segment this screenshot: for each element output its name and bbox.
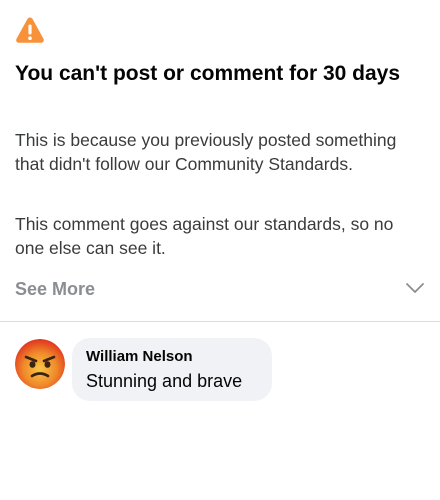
comment-bubble[interactable]: William Nelson Stunning and brave (72, 338, 272, 401)
avatar[interactable] (15, 339, 65, 389)
see-more-button[interactable]: See More (15, 279, 95, 300)
notice-reason: This is because you previously posted so… (15, 130, 397, 174)
notice-title: You can't post or comment for 30 days (15, 62, 401, 85)
warning-icon (15, 16, 45, 44)
comment-item: William Nelson Stunning and brave (0, 330, 440, 410)
angry-face-icon (15, 339, 65, 389)
comment-author[interactable]: William Nelson (86, 348, 193, 365)
restriction-notice: You can't post or comment for 30 days Th… (0, 0, 440, 321)
chevron-down-icon[interactable] (405, 281, 425, 295)
divider (0, 321, 440, 322)
notice-detail: This comment goes against our standards,… (15, 214, 394, 258)
comment-text: Stunning and brave (86, 371, 243, 391)
